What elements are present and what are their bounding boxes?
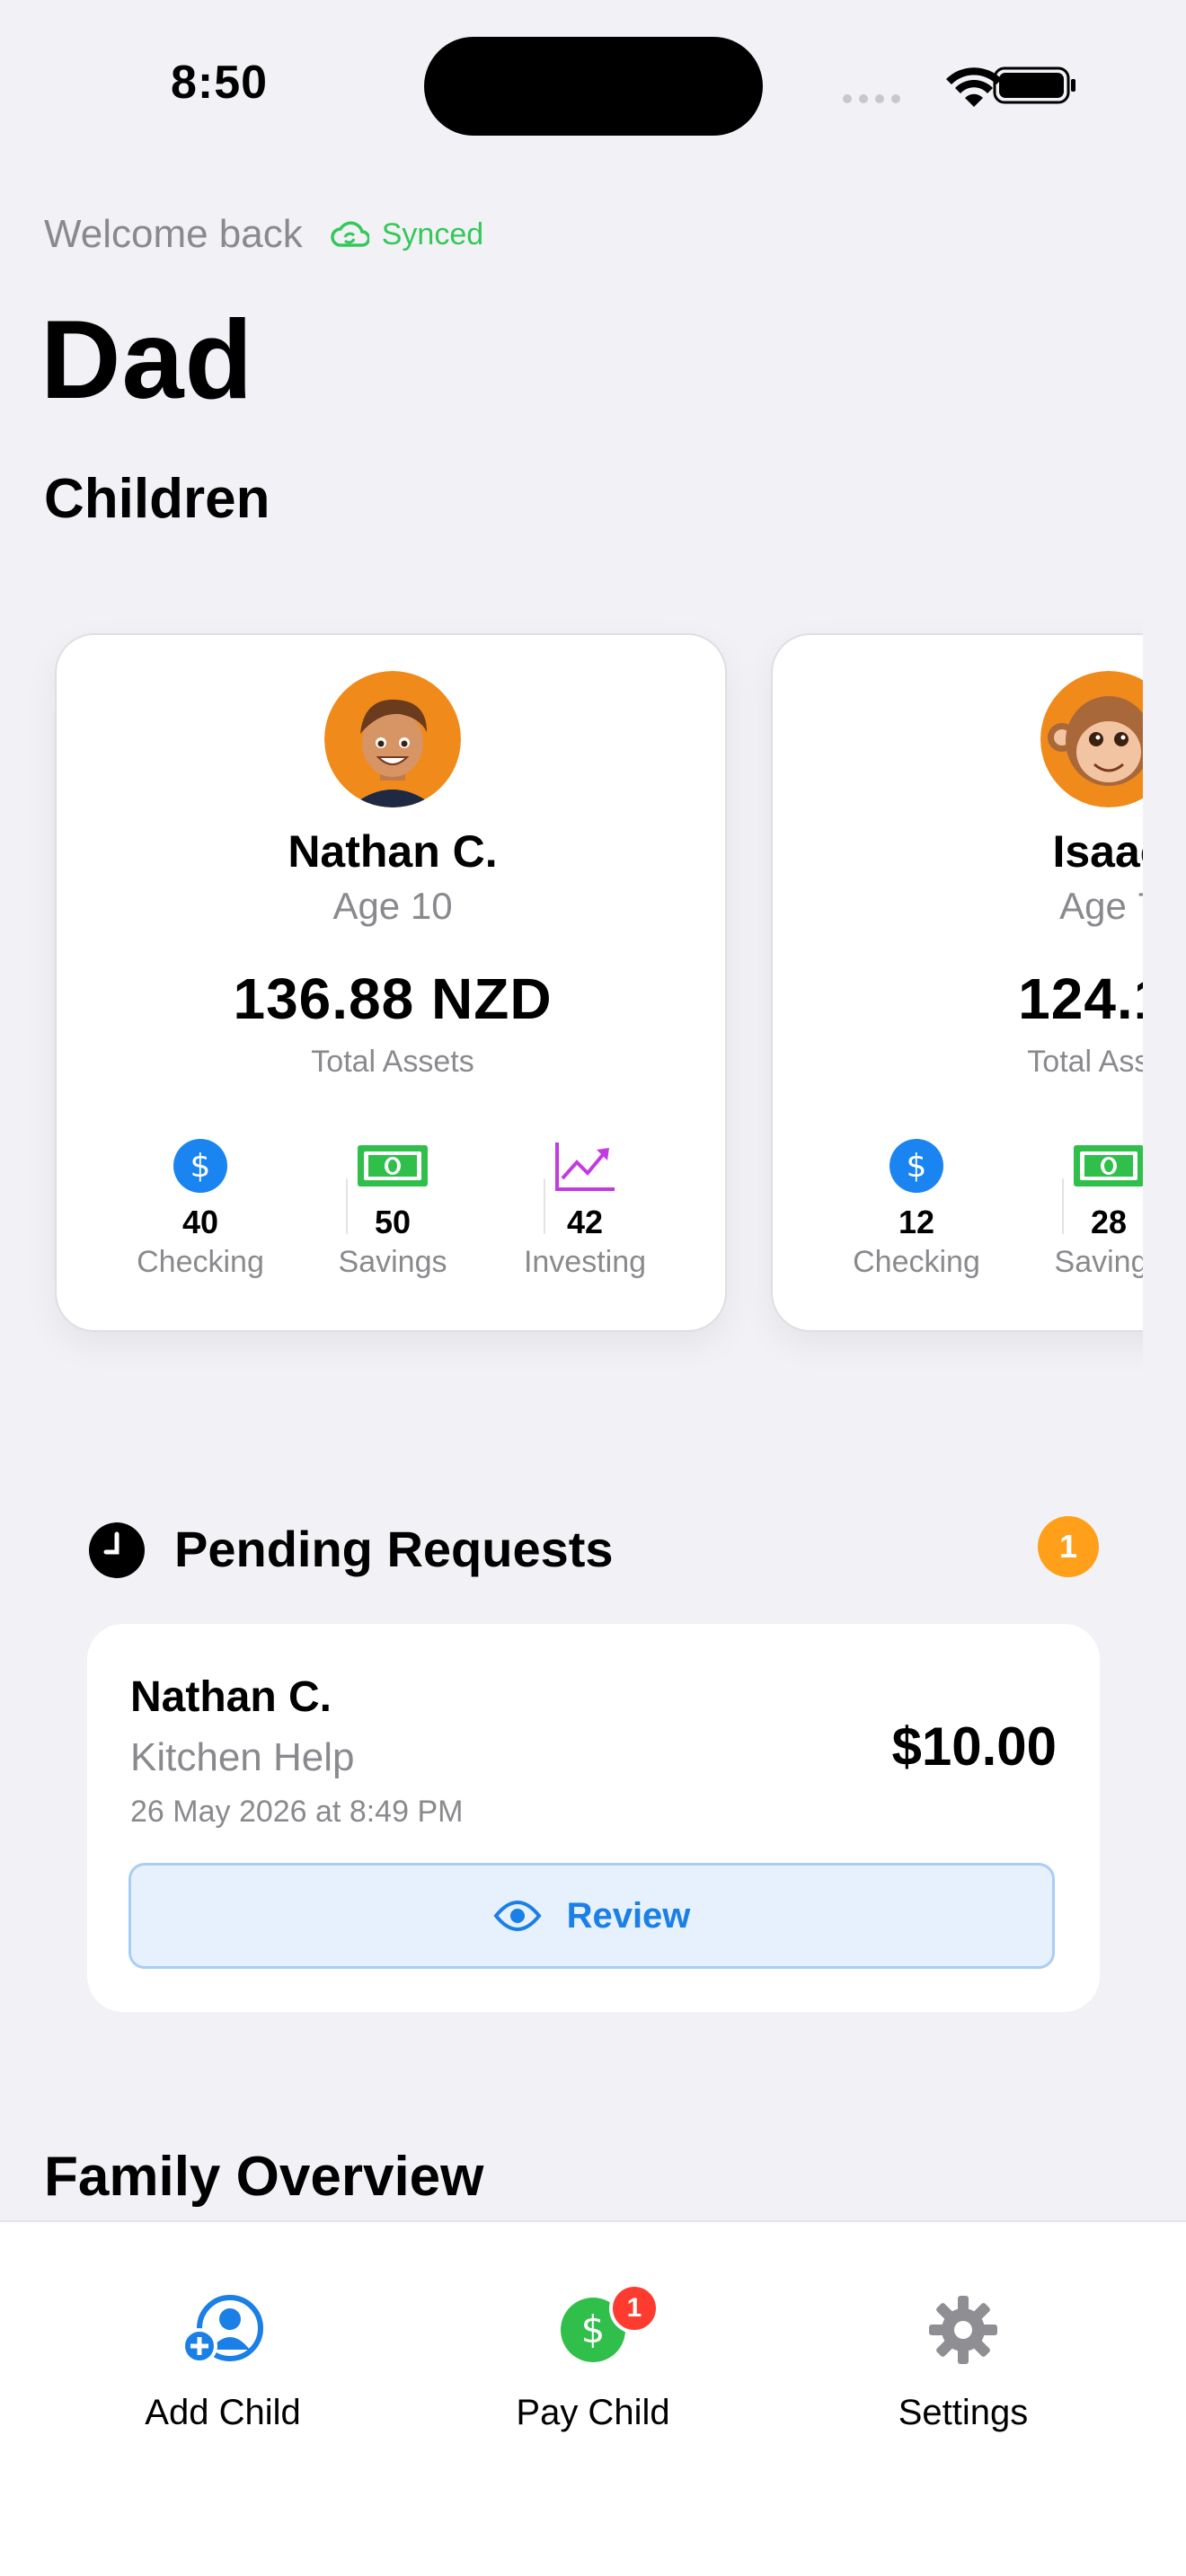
app-screen: 8:50 Welcome back Synced Dad Children Na…	[0, 0, 1186, 2576]
checking-value: 40	[181, 1204, 219, 1240]
request-child-name: Nathan C.	[130, 1673, 332, 1721]
tab-add-child[interactable]: Add Child	[88, 2285, 358, 2433]
welcome-text: Welcome back	[44, 212, 303, 256]
family-overview-title: Family Overview	[44, 2146, 484, 2208]
investing-account: 42 Investing	[495, 1134, 675, 1280]
checking-label: Checking	[137, 1245, 264, 1279]
savings-account: 50 Savings	[303, 1134, 482, 1280]
total-assets-label: Total Assets	[1027, 1045, 1143, 1079]
account-breakdown: $ 12 Checking 28 Saving	[827, 1134, 1143, 1280]
svg-text:$: $	[581, 2307, 606, 2351]
review-button[interactable]: Review	[128, 1863, 1055, 1969]
pending-count-badge: 1	[1038, 1516, 1099, 1577]
svg-text:$: $	[190, 1148, 211, 1185]
signal-icon	[843, 94, 900, 103]
children-carousel[interactable]: Nathan C. Age 10 136.88 NZD Total Assets…	[0, 611, 1143, 1374]
account-breakdown: $ 40 Checking 50 Savings 42 Investing	[111, 1134, 675, 1280]
synced-label: Synced	[381, 216, 484, 251]
checking-label: Checking	[853, 1245, 980, 1279]
child-card[interactable]: Isaac Age 7 124.16 Total Assets $ 12 Che…	[771, 633, 1143, 1332]
child-age: Age 7	[1059, 885, 1143, 927]
add-person-icon	[181, 2295, 263, 2364]
checking-account: $ 40 Checking	[111, 1134, 290, 1280]
child-age: Age 10	[332, 885, 453, 927]
tab-bar: Add Child $ 1 Pay Child Settings	[0, 2220, 1186, 2576]
savings-label: Savings	[1054, 1245, 1143, 1279]
savings-value: 28	[1090, 1204, 1128, 1240]
investing-label: Investing	[523, 1245, 647, 1279]
pending-requests-title: Pending Requests	[174, 1521, 614, 1577]
battery-icon	[993, 66, 1075, 104]
child-total-assets: 124.16	[1018, 966, 1143, 1031]
dynamic-island	[424, 37, 763, 136]
cloud-sync-icon	[331, 221, 369, 247]
sync-status: Synced	[330, 217, 483, 252]
checking-value: 12	[898, 1204, 935, 1240]
banknote-icon	[358, 1145, 428, 1187]
request-date: 26 May 2026 at 8:49 PM	[130, 1795, 464, 1829]
total-assets-label: Total Assets	[311, 1045, 474, 1079]
savings-label: Savings	[338, 1245, 447, 1279]
tab-pay-child-label: Pay Child	[516, 2393, 670, 2432]
savings-value: 50	[374, 1204, 412, 1240]
child-avatar	[324, 671, 461, 807]
children-title: Children	[44, 468, 270, 530]
chart-trend-icon	[555, 1142, 615, 1191]
pay-child-badge: 1	[609, 2283, 659, 2333]
tab-settings[interactable]: Settings	[828, 2285, 1098, 2433]
tab-settings-label: Settings	[898, 2393, 1029, 2432]
child-total-assets: 136.88 NZD	[233, 966, 553, 1031]
tab-pay-child[interactable]: $ 1 Pay Child	[458, 2283, 728, 2433]
child-avatar	[1040, 671, 1143, 807]
clock-icon	[89, 1522, 145, 1578]
child-name: Nathan C.	[288, 826, 498, 877]
banknote-icon	[1074, 1145, 1143, 1187]
request-amount: $10.00	[891, 1716, 1057, 1777]
gear-icon	[929, 2296, 997, 2364]
tab-add-child-label: Add Child	[145, 2393, 301, 2432]
investing-value: 42	[566, 1204, 604, 1240]
request-card[interactable]: Nathan C. Kitchen Help 26 May 2026 at 8:…	[87, 1624, 1100, 2012]
checking-account: $ 12 Checking	[827, 1134, 1006, 1280]
child-card[interactable]: Nathan C. Age 10 136.88 NZD Total Assets…	[55, 633, 727, 1332]
child-name: Isaac	[1052, 826, 1143, 877]
review-label: Review	[566, 1895, 691, 1936]
eye-icon	[493, 1901, 542, 1931]
pending-requests-header: Pending Requests 1	[88, 1516, 1099, 1579]
savings-account: 28 Savings	[1019, 1134, 1143, 1280]
status-icons	[840, 63, 1083, 108]
request-task: Kitchen Help	[130, 1735, 355, 1779]
dollar-circle-icon: $	[173, 1139, 227, 1193]
welcome-line: Welcome back Synced	[44, 212, 483, 257]
parent-name: Dad	[40, 298, 254, 422]
status-time: 8:50	[171, 57, 269, 109]
svg-text:$: $	[907, 1148, 927, 1185]
dollar-circle-icon: $	[890, 1139, 943, 1193]
